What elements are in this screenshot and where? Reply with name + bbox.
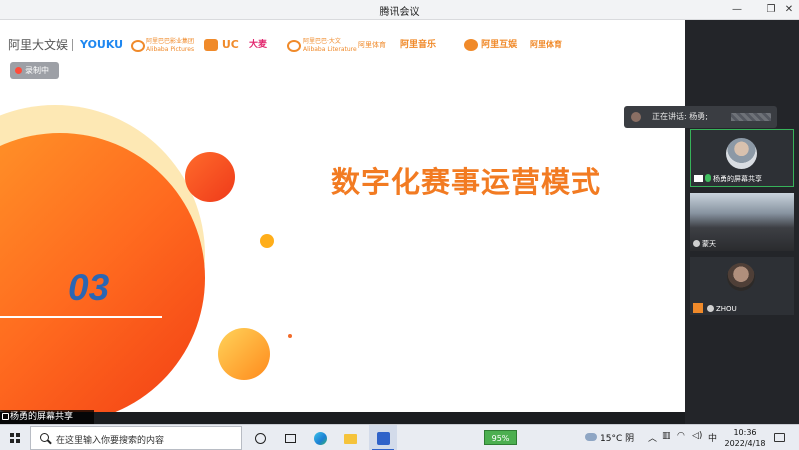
small-orange-dot (260, 234, 274, 248)
network-icon[interactable]: ▥ (662, 431, 671, 441)
taskbar-search-input[interactable]: 在这里输入你要搜索的内容 (30, 426, 242, 450)
shared-slide: 阿里大文娱 YOUKU 阿里巴巴影业集团 Alibaba Pictures UC … (0, 20, 685, 412)
speaker-avatar (631, 112, 641, 122)
screen-icon (2, 413, 9, 420)
participant-name: ZHOU (716, 305, 737, 313)
task-view-icon[interactable] (276, 425, 304, 450)
windows-logo-icon (10, 433, 20, 443)
tencent-meeting-taskbar-icon[interactable] (369, 425, 397, 450)
yellow-circle (218, 328, 270, 380)
minimize-icon[interactable]: — (726, 1, 748, 18)
participant-tile-screen-share[interactable]: 杨勇的屏幕共享 (690, 129, 794, 187)
edge-icon[interactable] (306, 425, 334, 450)
slide-decorations (0, 105, 292, 412)
red-circle (185, 152, 235, 202)
weather-widget[interactable]: 15°C 阴 (585, 431, 634, 444)
section-number: 03 (68, 267, 110, 308)
cloud-icon (585, 433, 597, 441)
chevron-up-icon[interactable]: ︿ (648, 431, 657, 444)
file-explorer-icon[interactable] (336, 425, 364, 450)
participant-tile-video[interactable]: 蒙天 (690, 193, 794, 251)
windows-taskbar: 在这里输入你要搜索的内容 95% 15°C 阴 ︿ ▥ ◠ ◁) 中 10:36… (0, 424, 799, 450)
wifi-icon[interactable]: ◠ (677, 431, 685, 441)
screen-share-label: 杨勇的屏幕共享 (0, 410, 94, 424)
battery-indicator[interactable]: 95% (484, 430, 517, 445)
meeting-bottom-bar (0, 412, 685, 424)
avatar (726, 138, 757, 169)
mic-icon (707, 305, 714, 312)
clock-time: 10:36 (733, 428, 757, 437)
mic-icon (693, 240, 700, 247)
speaking-indicator: 正在讲话: 杨勇; (624, 106, 777, 128)
tencent-meeting-window: 腾讯会议 — ❐ ✕ 阿里大文娱 YOUKU 阿里巴巴影业集团 Alibaba P… (0, 0, 799, 450)
participant-name: 杨勇的屏幕共享 (713, 175, 762, 183)
slide-title: 数字化赛事运营模式 (331, 165, 602, 199)
input-method-indicator[interactable]: 中 (708, 431, 717, 444)
screen-share-icon (694, 175, 703, 182)
avatar (727, 263, 755, 291)
title-bar: 腾讯会议 — ❐ ✕ (0, 0, 799, 20)
cortana-icon[interactable] (246, 425, 274, 450)
mic-active-icon (705, 174, 711, 182)
start-button[interactable] (0, 425, 30, 450)
volume-icon[interactable]: ◁) (692, 431, 702, 441)
participant-tile-host[interactable]: ZHOU (690, 257, 794, 315)
clock-date: 2022/4/18 (724, 439, 766, 448)
host-icon (693, 303, 703, 313)
participant-name: 蒙天 (702, 240, 716, 248)
taskbar-clock[interactable]: 10:36 2022/4/18 (722, 427, 768, 449)
notification-center-icon[interactable] (774, 433, 785, 442)
close-icon[interactable]: ✕ (778, 1, 799, 18)
window-title: 腾讯会议 (379, 7, 420, 18)
section-underline (0, 316, 162, 318)
tiny-dot (288, 334, 292, 338)
speaker-avatar-mosaic (731, 113, 771, 121)
